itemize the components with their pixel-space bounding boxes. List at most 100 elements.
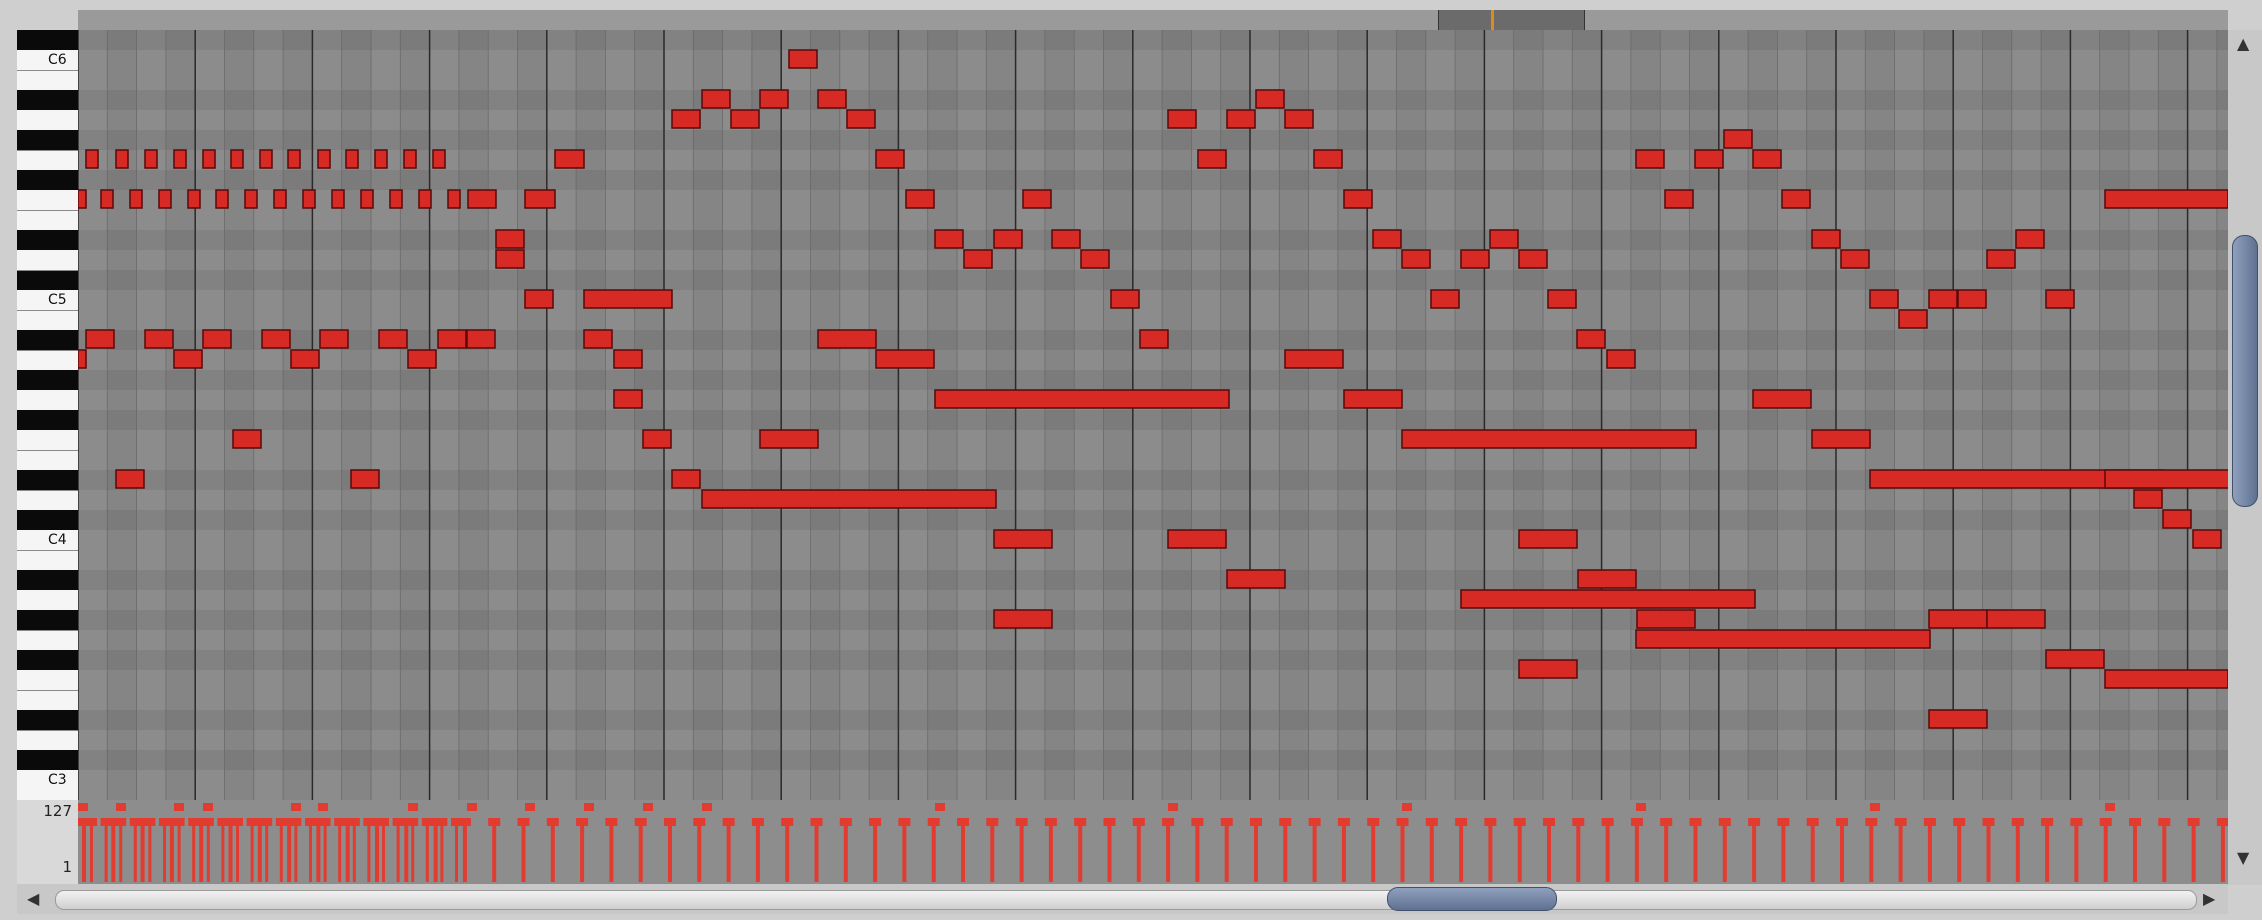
velocity-bar: [931, 820, 936, 882]
velocity-handle: [1894, 818, 1907, 826]
velocity-handle: [202, 818, 214, 826]
velocity-handle: [839, 818, 852, 826]
black-key[interactable]: [17, 510, 78, 530]
midi-note: [1489, 229, 1519, 249]
black-key[interactable]: [17, 470, 78, 490]
grid-beat-column: [1601, 30, 1631, 800]
horizontal-scroll-track[interactable]: [55, 890, 2197, 910]
black-key[interactable]: [17, 610, 78, 630]
midi-note: [1694, 149, 1724, 169]
note-grid-canvas[interactable]: [78, 30, 2228, 800]
velocity-handle-high: [318, 803, 328, 811]
midi-note: [302, 189, 316, 209]
velocity-bar: [2103, 820, 2108, 882]
velocity-handle: [1748, 818, 1761, 826]
midi-note: [261, 329, 291, 349]
triangle-left-icon[interactable]: ◀: [27, 889, 39, 908]
midi-note: [317, 149, 331, 169]
horizontal-scroll-thumb[interactable]: [1387, 887, 1557, 911]
midi-note: [1752, 389, 1812, 409]
velocity-bar: [148, 820, 152, 882]
note-grid[interactable]: [78, 30, 2228, 800]
black-key[interactable]: [17, 270, 78, 290]
velocity-handle: [246, 818, 258, 826]
velocity-lane-canvas[interactable]: [78, 800, 2228, 884]
midi-note: [759, 429, 819, 449]
velocity-handle-high: [203, 803, 213, 811]
midi-note: [1255, 89, 1285, 109]
velocity-handle: [305, 818, 316, 826]
velocity-bar: [521, 820, 526, 882]
midi-note: [1928, 289, 1958, 309]
midi-note: [1518, 249, 1548, 269]
midi-note: [129, 189, 143, 209]
vertical-scroll-thumb[interactable]: [2232, 235, 2258, 507]
grid-beat-column: [1308, 30, 1338, 800]
black-key[interactable]: [17, 410, 78, 430]
velocity-bar: [133, 820, 137, 882]
horizontal-scrollbar[interactable]: ◀ ▶: [17, 884, 2228, 914]
velocity-bar: [697, 820, 702, 882]
black-key[interactable]: [17, 570, 78, 590]
black-key[interactable]: [17, 710, 78, 730]
timeline-ruler[interactable]: [78, 10, 2228, 31]
velocity-bar: [1429, 820, 1434, 882]
velocity-bar: [1136, 820, 1141, 882]
midi-note: [1430, 289, 1460, 309]
velocity-bar: [1693, 820, 1698, 882]
velocity-bar: [550, 820, 555, 882]
velocity-bar: [1517, 820, 1522, 882]
midi-note: [437, 329, 467, 349]
grid-beat-column: [1367, 30, 1397, 800]
velocity-handle: [115, 818, 127, 826]
velocity-handle: [319, 818, 331, 826]
velocity-bar: [1224, 820, 1229, 882]
velocity-handle: [634, 818, 647, 826]
velocity-bar: [1078, 820, 1083, 882]
velocity-bar: [1254, 820, 1258, 882]
midi-note: [1869, 289, 1899, 309]
velocity-bar: [221, 820, 225, 882]
midi-note: [1840, 249, 1870, 269]
velocity-handle: [664, 818, 676, 826]
velocity-bar: [250, 820, 254, 882]
piano-keyboard[interactable]: C6 C5 C4 C3: [17, 30, 79, 800]
playhead[interactable]: [1491, 10, 1494, 30]
velocity-lane[interactable]: [78, 800, 2228, 884]
midi-note: [1313, 149, 1343, 169]
black-key[interactable]: [17, 650, 78, 670]
velocity-handle: [421, 818, 433, 826]
midi-note: [2104, 189, 2228, 209]
black-key[interactable]: [17, 30, 78, 50]
loop-region[interactable]: [1438, 10, 1585, 30]
black-key[interactable]: [17, 750, 78, 770]
grid-beat-column: [1484, 30, 1514, 800]
black-key[interactable]: [17, 170, 78, 190]
triangle-down-icon[interactable]: ▼: [2237, 848, 2249, 867]
midi-note: [1197, 149, 1227, 169]
white-key-divider: [17, 150, 78, 151]
midi-note: [1752, 149, 1782, 169]
midi-note: [1401, 249, 1431, 269]
black-key[interactable]: [17, 330, 78, 350]
midi-note: [1606, 349, 1636, 369]
triangle-up-icon[interactable]: ▲: [2237, 34, 2249, 53]
black-key[interactable]: [17, 130, 78, 150]
midi-note: [1635, 149, 1665, 169]
velocity-bar: [382, 820, 385, 882]
black-key[interactable]: [17, 230, 78, 250]
black-key[interactable]: [17, 90, 78, 110]
white-key-divider: [17, 490, 78, 491]
velocity-bar: [785, 820, 790, 882]
black-key[interactable]: [17, 370, 78, 390]
velocity-handle: [436, 818, 448, 826]
vertical-scrollbar[interactable]: ▲ ▼: [2228, 30, 2262, 885]
velocity-handle: [407, 818, 419, 826]
midi-note: [1372, 229, 1402, 249]
velocity-handle: [275, 818, 287, 826]
velocity-handle: [1367, 818, 1380, 826]
triangle-right-icon[interactable]: ▶: [2203, 889, 2215, 908]
midi-note: [319, 329, 349, 349]
velocity-handle: [1250, 818, 1262, 826]
midi-note: [100, 189, 114, 209]
